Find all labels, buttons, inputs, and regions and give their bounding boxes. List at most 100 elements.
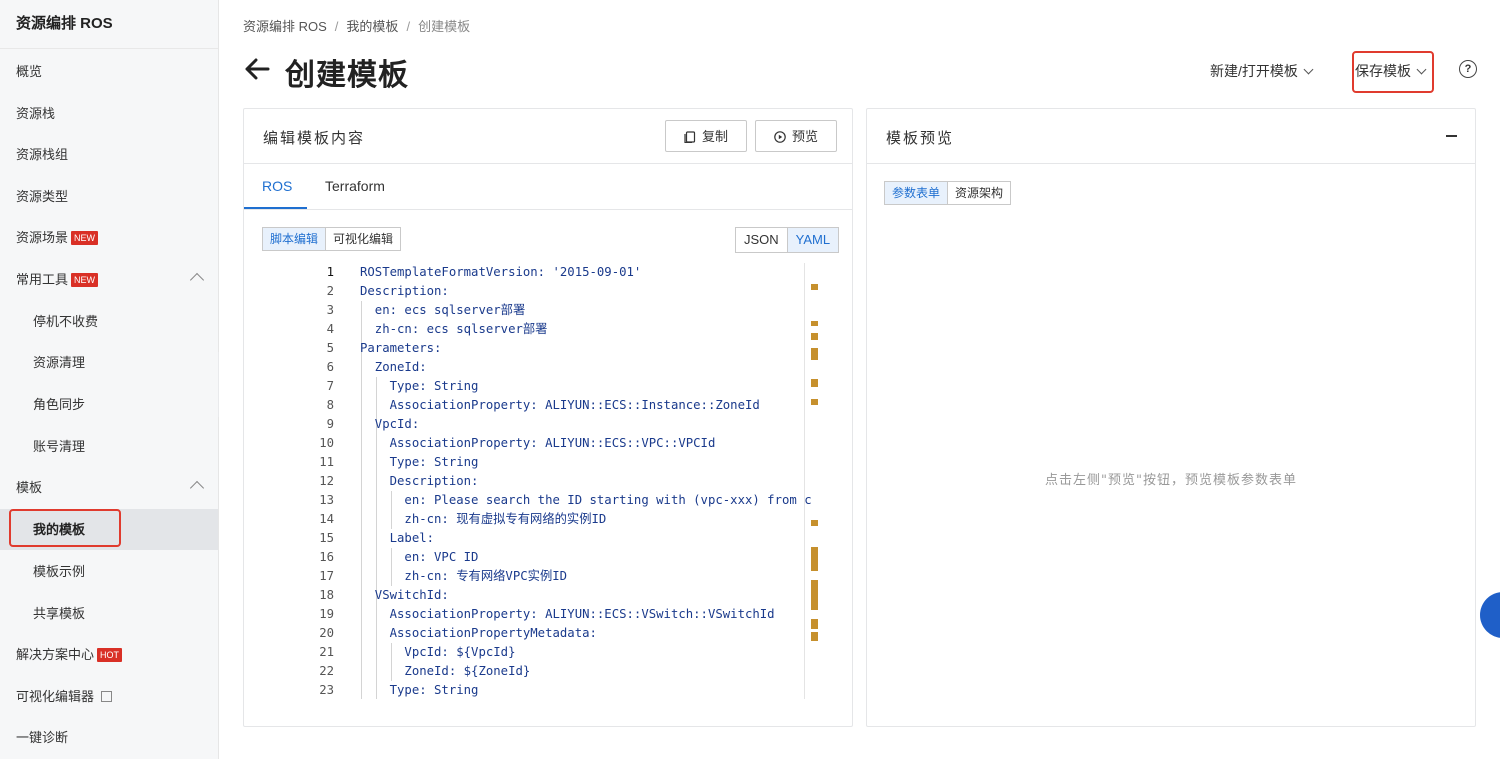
json-option[interactable]: JSON bbox=[736, 228, 787, 252]
code-line: 6 ZoneId: bbox=[260, 358, 822, 377]
back-arrow-icon[interactable] bbox=[243, 55, 271, 83]
line-number: 3 bbox=[326, 303, 334, 317]
sidebar-item-label: 模板 bbox=[16, 480, 43, 495]
sidebar-item-label: 一键诊断 bbox=[16, 730, 69, 745]
active-tab-indicator bbox=[244, 207, 307, 209]
sidebar-item-shared-templates[interactable]: 共享模板 bbox=[0, 594, 218, 634]
sidebar-item-label: 资源清理 bbox=[33, 355, 86, 370]
line-number: 18 bbox=[319, 588, 334, 602]
main-content: 资源编排 ROS / 我的模板 / 创建模板 创建模板 新建/打开模板 保存模板 ? 编… bbox=[219, 0, 1500, 759]
sidebar-item-stack-groups[interactable]: 资源栈组 bbox=[0, 135, 218, 175]
sidebar-item-one-click-diagnosis[interactable]: 一键诊断 bbox=[0, 718, 218, 758]
breadcrumb-item[interactable]: 资源编排 ROS bbox=[243, 19, 327, 34]
page-title: 创建模板 bbox=[285, 59, 409, 92]
line-number: 21 bbox=[319, 645, 334, 659]
collapse-minus-icon[interactable] bbox=[1446, 135, 1457, 137]
preview-view-toggle: 参数表单 资源架构 bbox=[884, 181, 1012, 205]
code-text: ROSTemplateFormatVersion: '2015-09-01' bbox=[360, 265, 642, 279]
tab-terraform[interactable]: Terraform bbox=[325, 178, 385, 194]
code-text: Type: String bbox=[360, 455, 479, 469]
sidebar-item-templates[interactable]: 模板 bbox=[0, 468, 218, 508]
sidebar-item-label: 资源类型 bbox=[16, 189, 69, 204]
new-open-template-label: 新建/打开模板 bbox=[1210, 63, 1298, 79]
sidebar-item-label: 常用工具 bbox=[16, 272, 69, 287]
sidebar-item-template-examples[interactable]: 模板示例 bbox=[0, 552, 218, 592]
highlight-box bbox=[9, 509, 121, 547]
yaml-option[interactable]: YAML bbox=[786, 228, 839, 252]
copy-button-label: 复制 bbox=[701, 129, 728, 144]
code-line: 3 en: ecs sqlserver部署 bbox=[260, 301, 822, 320]
help-icon[interactable]: ? bbox=[1459, 60, 1477, 78]
code-text: en: VPC ID bbox=[360, 550, 479, 564]
new-badge: NEW bbox=[71, 231, 98, 245]
new-open-template-dropdown[interactable]: 新建/打开模板 bbox=[1210, 61, 1314, 81]
copy-button[interactable]: 复制 bbox=[665, 120, 747, 152]
sidebar-item-stop-no-charge[interactable]: 停机不收费 bbox=[0, 302, 218, 342]
line-number: 17 bbox=[319, 569, 334, 583]
line-number: 15 bbox=[319, 531, 334, 545]
sidebar-item-visual-editor[interactable]: 可视化编辑器 bbox=[0, 677, 218, 717]
sidebar-item-common-tools[interactable]: 常用工具 NEW bbox=[0, 260, 218, 300]
code-text: Type: String bbox=[360, 683, 479, 697]
sidebar-item-label: 解决方案中心 bbox=[16, 647, 95, 662]
code-line: 22 ZoneId: ${ZoneId} bbox=[260, 662, 822, 681]
resource-architecture-option[interactable]: 资源架构 bbox=[948, 182, 1010, 204]
sidebar-item-account-cleanup[interactable]: 账号清理 bbox=[0, 427, 218, 467]
code-line: 13 en: Please search the ID starting wit… bbox=[260, 491, 822, 510]
breadcrumb-separator: / bbox=[334, 19, 339, 34]
sidebar-item-label: 停机不收费 bbox=[33, 314, 99, 329]
code-line: 9 VpcId: bbox=[260, 415, 822, 434]
param-form-option[interactable]: 参数表单 bbox=[885, 182, 949, 204]
code-text: ZoneId: ${ZoneId} bbox=[360, 664, 531, 678]
code-text: Description: bbox=[360, 284, 449, 298]
sidebar-item-resource-types[interactable]: 资源类型 bbox=[0, 177, 218, 217]
copy-icon bbox=[684, 130, 696, 143]
sidebar-item-label: 共享模板 bbox=[33, 606, 86, 621]
sidebar-item-label: 可视化编辑器 bbox=[16, 689, 95, 704]
code-line: 10 AssociationProperty: ALIYUN::ECS::VPC… bbox=[260, 434, 822, 453]
visual-edit-option[interactable]: 可视化编辑 bbox=[326, 228, 400, 250]
sidebar-item-role-sync[interactable]: 角色同步 bbox=[0, 385, 218, 425]
code-text: VpcId: ${VpcId} bbox=[360, 645, 516, 659]
line-number: 8 bbox=[326, 398, 334, 412]
sidebar-item-solutions-center[interactable]: 解决方案中心 HOT bbox=[0, 635, 218, 675]
code-line: 16 en: VPC ID bbox=[260, 548, 822, 567]
code-text: AssociationProperty: ALIYUN::ECS::VSwitc… bbox=[360, 607, 775, 621]
code-editor[interactable]: 1 ROSTemplateFormatVersion: '2015-09-01' 2… bbox=[260, 263, 822, 699]
play-circle-icon bbox=[774, 130, 786, 143]
preview-button[interactable]: 预览 bbox=[755, 120, 837, 152]
code-text: zh-cn: 专有网络VPC实例ID bbox=[360, 569, 568, 583]
script-edit-option[interactable]: 脚本编辑 bbox=[263, 228, 327, 250]
code-text: AssociationProperty: ALIYUN::ECS::Instan… bbox=[360, 398, 760, 412]
code-text: en: Please search the ID starting with (… bbox=[360, 493, 812, 507]
sidebar-title: 资源编排 ROS bbox=[0, 0, 218, 49]
code-line: 14 zh-cn: 现有虚拟专有网络的实例ID bbox=[260, 510, 822, 529]
code-text: Label: bbox=[360, 531, 435, 545]
code-text: Type: String bbox=[360, 379, 479, 393]
preview-panel-header: 模板预览 bbox=[867, 109, 1475, 164]
highlight-box bbox=[1352, 51, 1434, 93]
sidebar-item-overview[interactable]: 概览 bbox=[0, 52, 218, 92]
line-number: 14 bbox=[319, 512, 334, 526]
chevron-up-icon bbox=[189, 272, 205, 288]
sidebar-item-label: 资源栈组 bbox=[16, 147, 69, 162]
line-number: 19 bbox=[319, 607, 334, 621]
code-text: Parameters: bbox=[360, 341, 442, 355]
sidebar-item-label: 资源场景 bbox=[16, 230, 69, 245]
tab-ros[interactable]: ROS bbox=[262, 178, 292, 194]
preview-panel-title: 模板预览 bbox=[886, 129, 955, 147]
preview-empty-message: 点击左侧"预览"按钮，预览模板参数表单 bbox=[1045, 473, 1297, 488]
sidebar-item-resource-scenarios[interactable]: 资源场景 NEW bbox=[0, 218, 218, 258]
code-line: 20 AssociationPropertyMetadata: bbox=[260, 624, 822, 643]
line-number: 22 bbox=[319, 664, 334, 678]
external-link-icon bbox=[101, 691, 112, 702]
sidebar-item-label: 资源栈 bbox=[16, 106, 56, 121]
edit-mode-toggle: 脚本编辑 可视化编辑 bbox=[262, 227, 402, 251]
line-number: 20 bbox=[319, 626, 334, 640]
code-line: 8 AssociationProperty: ALIYUN::ECS::Inst… bbox=[260, 396, 822, 415]
sidebar-item-stacks[interactable]: 资源栈 bbox=[0, 94, 218, 134]
breadcrumb-item[interactable]: 我的模板 bbox=[346, 19, 398, 34]
code-text: VSwitchId: bbox=[360, 588, 449, 602]
code-text: zh-cn: 现有虚拟专有网络的实例ID bbox=[360, 512, 607, 526]
sidebar-item-resource-cleanup[interactable]: 资源清理 bbox=[0, 343, 218, 383]
